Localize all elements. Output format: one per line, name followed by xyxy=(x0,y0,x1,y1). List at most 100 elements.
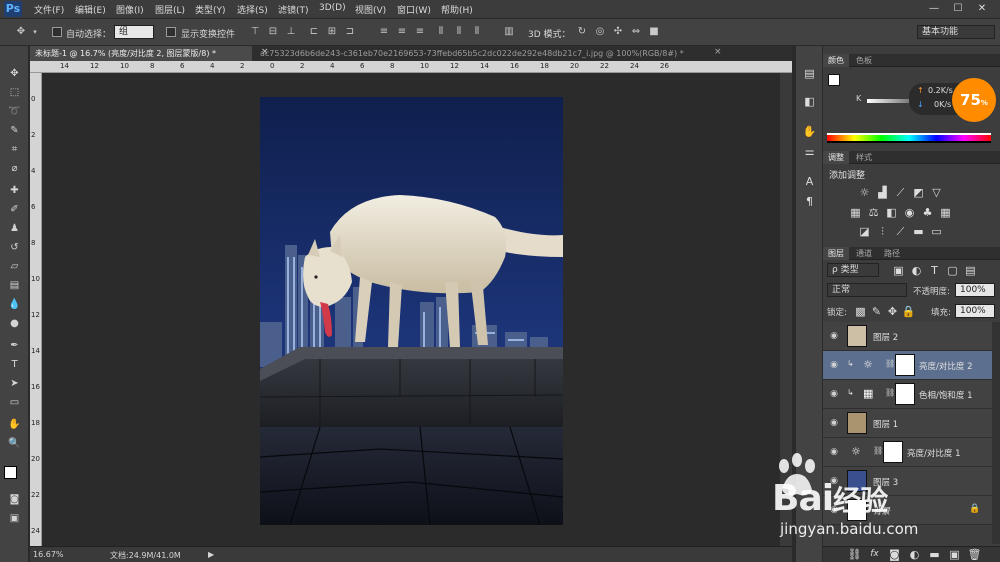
new-group-icon[interactable]: ▬ xyxy=(927,548,942,561)
tab-adjustments[interactable]: 调整 xyxy=(823,151,849,164)
menu-window[interactable]: 窗口(W) xyxy=(397,3,431,16)
scale-3d-icon[interactable]: ■ xyxy=(647,25,661,39)
invert-icon[interactable]: ◪ xyxy=(857,225,872,238)
visibility-eye-icon[interactable]: ◉ xyxy=(828,389,840,399)
status-menu-arrow-icon[interactable]: ▶ xyxy=(208,550,214,559)
tab-close-icon[interactable]: × xyxy=(714,47,722,57)
lasso-tool-icon[interactable]: ➰ xyxy=(6,104,23,119)
distribute-left-icon[interactable]: ⫴ xyxy=(434,25,448,39)
lock-pixels-icon[interactable]: ✎ xyxy=(869,305,884,318)
tab-untitled-1[interactable]: 未标题-1 @ 16.7% (亮度/对比度 2, 图层蒙版/8) * xyxy=(30,46,252,61)
visibility-eye-icon[interactable]: ◉ xyxy=(828,360,840,370)
tab-paths[interactable]: 路径 xyxy=(879,247,905,260)
distribute-top-icon[interactable]: ≡ xyxy=(377,25,391,39)
link-chain-icon[interactable]: ⛓ xyxy=(885,388,895,397)
zoom-tool-icon[interactable]: 🔍 xyxy=(6,436,23,451)
tab-styles[interactable]: 样式 xyxy=(851,151,877,164)
paragraph-panel-icon[interactable]: ¶ xyxy=(802,194,817,209)
exposure-icon[interactable]: ◩ xyxy=(911,186,926,199)
layer-mask-thumbnail[interactable] xyxy=(895,354,915,376)
minimize-button[interactable]: — xyxy=(924,2,944,16)
layer-style-icon[interactable]: fx xyxy=(867,548,882,561)
auto-select-checkbox[interactable] xyxy=(52,27,62,37)
distribute-vcenter-icon[interactable]: ≡ xyxy=(395,25,409,39)
channel-mixer-icon[interactable]: ♣ xyxy=(920,206,935,219)
filter-adjustment-icon[interactable]: ◐ xyxy=(909,264,924,277)
slide-3d-icon[interactable]: ⇔ xyxy=(629,25,643,39)
photo-filter-icon[interactable]: ◉ xyxy=(902,206,917,219)
color-spectrum-bar[interactable] xyxy=(827,133,991,143)
foreground-color-swatch[interactable] xyxy=(4,466,17,479)
menu-file[interactable]: 文件(F) xyxy=(34,3,64,16)
roll-3d-icon[interactable]: ◎ xyxy=(593,25,607,39)
show-transform-checkbox[interactable] xyxy=(166,27,176,37)
tab-swatches[interactable]: 色板 xyxy=(851,54,877,67)
align-top-icon[interactable]: ⊤ xyxy=(248,25,262,39)
filter-type-icon[interactable]: T xyxy=(927,264,942,277)
menu-filter[interactable]: 滤镜(T) xyxy=(278,3,309,16)
move-tool-icon[interactable]: ✥ xyxy=(6,66,23,81)
drag-3d-icon[interactable]: ✣ xyxy=(611,25,625,39)
align-bottom-icon[interactable]: ⊥ xyxy=(284,25,298,39)
chevron-down-icon[interactable]: ▾ xyxy=(28,25,42,39)
align-right-icon[interactable]: ⊐ xyxy=(343,25,357,39)
distribute-right-icon[interactable]: ⫴ xyxy=(470,25,484,39)
menu-3d[interactable]: 3D(D) xyxy=(319,3,346,13)
black-white-icon[interactable]: ◧ xyxy=(884,206,899,219)
quick-select-tool-icon[interactable]: ✎ xyxy=(6,123,23,138)
document-canvas[interactable] xyxy=(260,97,563,525)
selective-color-icon[interactable]: ▬ xyxy=(911,225,926,238)
menu-layer[interactable]: 图层(L) xyxy=(155,3,185,16)
blend-mode-dropdown[interactable]: 正常 xyxy=(827,283,907,297)
color-balance-icon[interactable]: ⚖ xyxy=(866,206,881,219)
history-panel-icon[interactable]: ▤ xyxy=(802,66,817,81)
menu-select[interactable]: 选择(S) xyxy=(237,3,268,16)
tab-layers[interactable]: 图层 xyxy=(823,247,849,260)
lock-position-icon[interactable]: ✥ xyxy=(885,305,900,318)
layer-name[interactable]: 图层 2 xyxy=(873,331,898,343)
levels-icon[interactable]: ▟ xyxy=(875,186,890,199)
rectangle-tool-icon[interactable]: ▭ xyxy=(6,395,23,410)
brightness-contrast-icon[interactable]: ☼ xyxy=(857,186,872,199)
color-lookup-icon[interactable]: ▦ xyxy=(938,206,953,219)
distribute-bottom-icon[interactable]: ≡ xyxy=(413,25,427,39)
eraser-tool-icon[interactable]: ▱ xyxy=(6,259,23,274)
lock-all-icon[interactable]: 🔒 xyxy=(901,305,916,318)
brush-tool-icon[interactable]: ✐ xyxy=(6,202,23,217)
link-chain-icon[interactable]: ⛓ xyxy=(885,359,895,368)
auto-align-icon[interactable]: ▥ xyxy=(502,25,516,39)
zoom-level[interactable]: 16.67% xyxy=(33,550,64,559)
eyedropper-tool-icon[interactable]: ⌀ xyxy=(6,161,23,176)
character-panel-icon[interactable]: A xyxy=(802,174,817,189)
visibility-eye-icon[interactable]: ◉ xyxy=(828,418,840,428)
vibrance-icon[interactable]: ▽ xyxy=(929,186,944,199)
link-layers-icon[interactable]: ⛓ xyxy=(847,548,862,561)
path-select-icon[interactable]: ➤ xyxy=(6,376,23,391)
crop-tool-icon[interactable]: ⌗ xyxy=(6,142,23,157)
tab-channels[interactable]: 通道 xyxy=(851,247,877,260)
align-vcenter-icon[interactable]: ⊟ xyxy=(266,25,280,39)
menu-view[interactable]: 视图(V) xyxy=(355,3,386,16)
visibility-eye-icon[interactable]: ◉ xyxy=(828,331,840,341)
auto-select-dropdown[interactable]: 组 xyxy=(114,25,154,39)
new-adjustment-icon[interactable]: ◐ xyxy=(907,548,922,561)
move-tool-icon[interactable]: ✥ xyxy=(14,25,28,39)
layer-filter-dropdown[interactable]: ρ 类型 xyxy=(827,263,879,277)
clone-stamp-icon[interactable]: ♟ xyxy=(6,221,23,236)
workspace-dropdown[interactable]: 基本功能 xyxy=(917,25,995,39)
menu-image[interactable]: 图像(I) xyxy=(116,3,144,16)
filter-smart-icon[interactable]: ▤ xyxy=(963,264,978,277)
hand-tool-icon[interactable]: ✋ xyxy=(6,417,23,432)
layer-name[interactable]: 图层 1 xyxy=(873,418,898,430)
pen-tool-icon[interactable]: ✒ xyxy=(6,338,23,353)
layer-item-hue-saturation-1[interactable]: ◉ ↳ ▦ ⛓ 色相/饱和度 1 xyxy=(823,380,992,409)
layer-item-layer2[interactable]: ◉ 图层 2 xyxy=(823,322,992,351)
screen-mode-icon[interactable]: ▣ xyxy=(6,511,23,526)
layer-name[interactable]: 亮度/对比度 2 xyxy=(919,360,972,372)
menu-type[interactable]: 类型(Y) xyxy=(195,3,226,16)
layer-mask-thumbnail[interactable] xyxy=(895,383,915,405)
lock-transparent-icon[interactable]: ▩ xyxy=(853,305,868,318)
maximize-button[interactable]: ☐ xyxy=(948,2,968,16)
type-tool-icon[interactable]: T xyxy=(6,357,23,372)
dodge-tool-icon[interactable]: ● xyxy=(6,316,23,331)
